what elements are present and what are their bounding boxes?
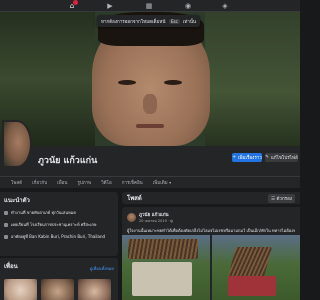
friends-title: เพื่อน [4, 263, 18, 270]
fullscreen-toast: หากต้องการออกจากโหมดเต็มหน้าจอ ให้กด Esc… [97, 15, 200, 27]
home-icon[interactable]: ⌂ [68, 0, 78, 10]
intro-title: แนะนำตัว [4, 197, 30, 204]
truck [228, 276, 276, 296]
post-date-text: 20 เมษายน 2019 · [139, 219, 171, 223]
tab-checkins[interactable]: การเช็คอิน [117, 179, 148, 186]
intro-work-text: ทำงานที่ ขายทับตาเกย์ ทุกวันเล่นหมด [11, 210, 76, 215]
post-photos [122, 235, 300, 300]
intro-work: ทำงานที่ ขายทับตาเกย์ ทุกวันเล่นหมด [4, 209, 114, 216]
add-story-label: เพิ่มเรื่องราว [238, 156, 262, 161]
friend-thumbnail[interactable] [41, 279, 74, 300]
toast-text: หากต้องการออกจากโหมดเต็มหน้าจอ ให้กด [101, 19, 166, 25]
tab-more[interactable]: เพิ่มเติม ▾ [148, 179, 176, 186]
profile-name: ภูวนัย แก้วแก่น [38, 156, 98, 166]
post-photo[interactable] [212, 235, 300, 300]
log-pile [128, 239, 198, 259]
cover-eye-right [164, 80, 182, 85]
post-caption: ผู้ใจงานนั้นเหมาะทยทำได้เพื่อต้องตัดเกล็… [127, 228, 295, 233]
post-author-avatar[interactable] [127, 213, 136, 222]
cover-mouth [136, 124, 164, 128]
filter-button[interactable]: ☰ ตัวกรอง [268, 193, 295, 203]
intro-education: เคยเรียนที่ โรงเรียนราชประชานุเคราะห์ ศร… [4, 221, 114, 228]
gaming-icon[interactable]: ◈ [221, 2, 229, 10]
tab-posts[interactable]: โพสต์ [6, 179, 27, 186]
home-location-icon [4, 234, 8, 239]
filter-label: ตัวกรอง [276, 196, 293, 202]
tab-photos[interactable]: รูปภาพ [72, 179, 96, 186]
friends-card: เพื่อน ดูเพื่อนทั้งหมด [0, 258, 118, 300]
friend-thumbnail[interactable] [4, 279, 37, 300]
edit-profile-button[interactable]: ✎ แก้ไขโปรไฟล์ [265, 153, 298, 162]
tab-friends[interactable]: เพื่อน [52, 179, 72, 186]
groups-icon[interactable]: ◉ [184, 2, 192, 10]
intro-card: แนะนำตัว ทำงานที่ ขายทับตาเกย์ ทุกวันเล่… [0, 192, 118, 256]
tab-videos[interactable]: วิดีโอ [96, 179, 117, 186]
cover-background-right [205, 12, 300, 146]
post-photo[interactable] [122, 235, 210, 300]
profile-avatar[interactable] [2, 120, 32, 168]
tab-more-label: เพิ่มเติม [152, 181, 168, 186]
profile-tabs: โพสต์ เกี่ยวกับ เพื่อน รูปภาพ วิดีโอ การ… [0, 176, 300, 188]
pencil-icon: ✎ [265, 155, 269, 160]
cover-nose [143, 94, 157, 114]
truck [132, 262, 192, 296]
toast-key: Esc [169, 18, 180, 24]
intro-location-text: อาศัยอยู่ที่ Ban Kabin Buri, Prachin Bur… [11, 234, 106, 239]
post-date[interactable]: 20 เมษายน 2019 · ◍ [139, 218, 173, 224]
video-icon[interactable]: ▶ [106, 2, 114, 10]
friend-thumbnail[interactable] [78, 279, 111, 300]
graduation-cap-icon [4, 222, 8, 227]
plus-icon: + [232, 155, 236, 160]
tab-about[interactable]: เกี่ยวกับ [27, 179, 52, 186]
posts-title: โพสต์ [127, 195, 142, 202]
log-pile [227, 247, 273, 277]
marketplace-icon[interactable]: ▦ [145, 2, 153, 10]
notification-badge [73, 0, 78, 5]
cover-photo [0, 12, 300, 146]
intro-education-text: เคยเรียนที่ โรงเรียนราชประชานุเคราะห์ ศร… [11, 222, 97, 227]
add-story-button[interactable]: + เพิ่มเรื่องราว [232, 153, 262, 162]
post-card: ภูวนัย แก้วแก่น 20 เมษายน 2019 · ◍ ผู้ใจ… [122, 207, 300, 300]
intro-location: อาศัยอยู่ที่ Ban Kabin Buri, Prachin Bur… [4, 233, 114, 240]
cover-eye-left [118, 80, 136, 85]
briefcase-icon [4, 210, 8, 215]
edit-profile-label: แก้ไขโปรไฟล์ [270, 156, 298, 161]
chevron-down-icon: ▾ [169, 180, 172, 185]
globe-icon: ◍ [170, 219, 174, 223]
posts-header: โพสต์ ☰ ตัวกรอง [122, 192, 300, 204]
top-navigation: ⌂ ▶ ▦ ◉ ◈ [0, 0, 300, 12]
see-all-friends-link[interactable]: ดูเพื่อนทั้งหมด [90, 265, 114, 272]
post-author-name[interactable]: ภูวนัย แก้วแก่น [139, 211, 173, 218]
toast-suffix: เท่านั้น [182, 19, 196, 25]
